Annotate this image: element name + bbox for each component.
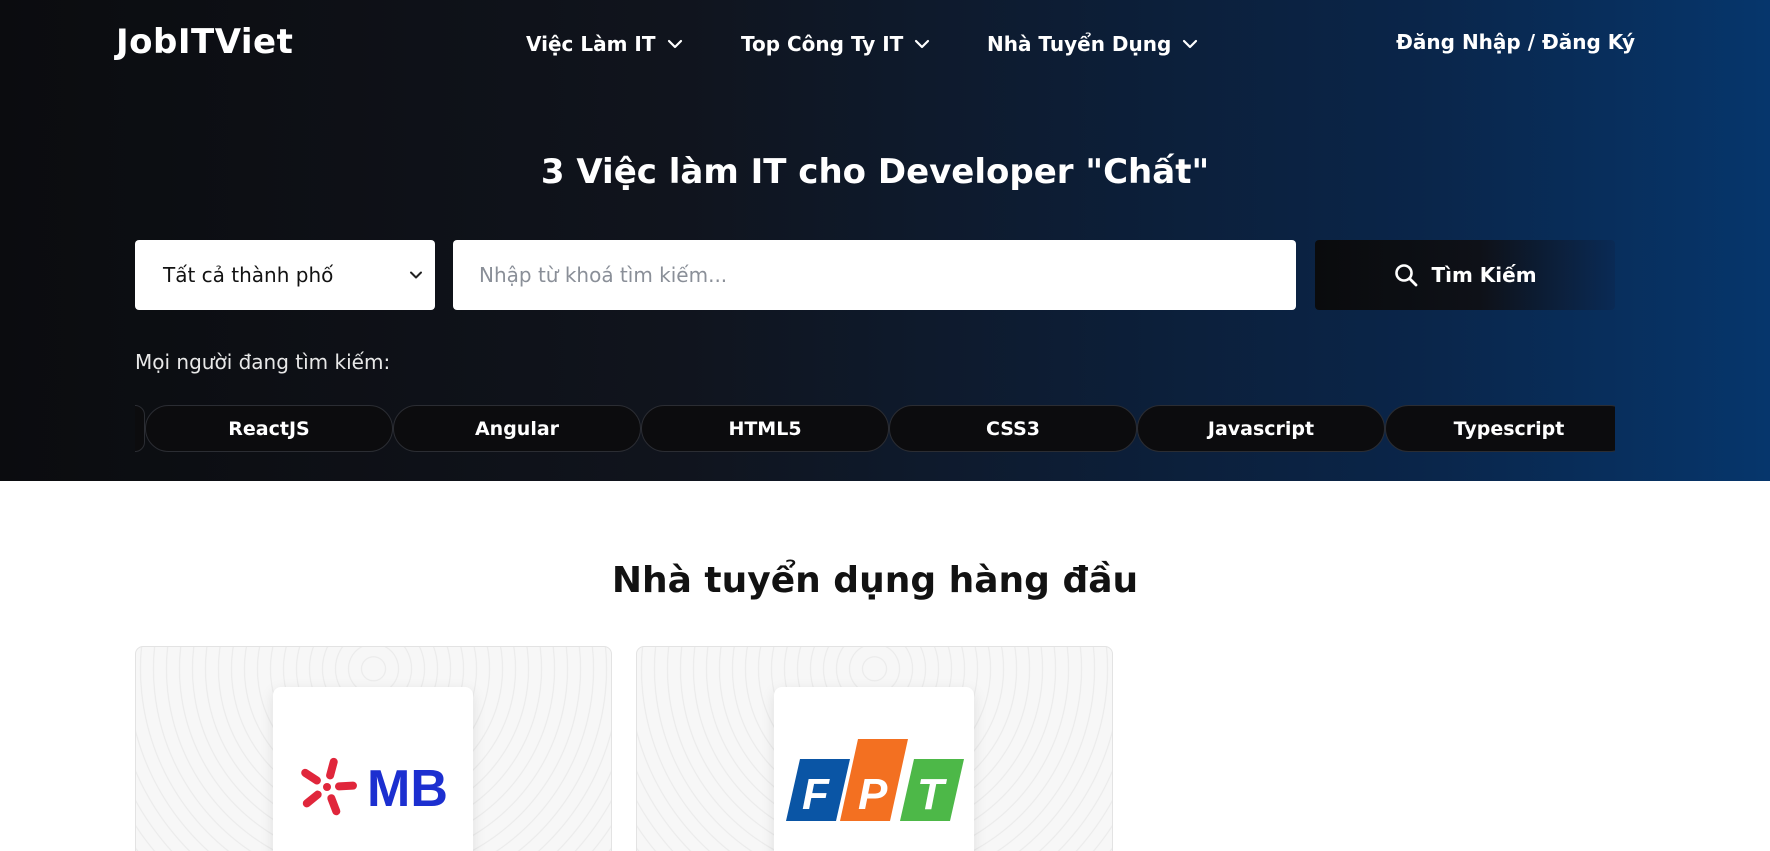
- nav-jobs-it[interactable]: Việc Làm IT: [526, 30, 684, 58]
- fpt-logo: F P T: [786, 739, 964, 821]
- chevron-down-icon: [1183, 39, 1198, 49]
- search-placeholder: Nhập từ khoá tìm kiếm...: [479, 263, 728, 287]
- tag-item[interactable]: Javascript: [1137, 405, 1385, 452]
- nav-top-companies-label: Top Công Ty IT: [741, 32, 904, 56]
- city-select[interactable]: Tất cả thành phố: [135, 240, 435, 310]
- hero-section: JobITViet Việc Làm IT Top Công Ty IT Nhà…: [0, 0, 1770, 481]
- nav-jobs-it-label: Việc Làm IT: [526, 32, 656, 56]
- search-button[interactable]: Tìm Kiếm: [1315, 240, 1615, 310]
- employer-logo-box: MB: [273, 687, 473, 851]
- login-register-link[interactable]: Đăng Nhập / Đăng Ký: [1396, 30, 1635, 54]
- employer-card-fpt[interactable]: F P T: [636, 646, 1113, 851]
- popular-tags-track: ReactJS Angular HTML5 CSS3 Javascript Ty…: [135, 405, 1615, 452]
- tag-item[interactable]: Angular: [393, 405, 641, 452]
- top-header: JobITViet Việc Làm IT Top Công Ty IT Nhà…: [0, 0, 1770, 86]
- city-select-value: Tất cả thành phố: [163, 263, 334, 287]
- hero-title: 3 Việc làm IT cho Developer "Chất": [540, 152, 1210, 192]
- fpt-letter-t: T: [917, 770, 947, 819]
- top-employers-title: Nhà tuyển dụng hàng đầu: [611, 560, 1139, 601]
- tag-item[interactable]: ReactJS: [145, 405, 393, 452]
- popular-tags-carousel[interactable]: ReactJS Angular HTML5 CSS3 Javascript Ty…: [135, 405, 1615, 452]
- nav-employers-label: Nhà Tuyển Dụng: [987, 32, 1172, 56]
- chevron-down-icon: [667, 39, 682, 49]
- mb-bank-logo: MB: [301, 757, 448, 818]
- search-input[interactable]: Nhập từ khoá tìm kiếm...: [453, 240, 1296, 310]
- tag-item[interactable]: CSS3: [889, 405, 1137, 452]
- chevron-down-icon: [410, 271, 422, 279]
- site-logo[interactable]: JobITViet: [116, 22, 293, 62]
- search-icon: [1395, 264, 1418, 287]
- mb-wordmark: MB: [367, 760, 448, 818]
- employer-card-mb[interactable]: MB: [135, 646, 612, 851]
- tag-item[interactable]: Typescript: [1385, 405, 1615, 452]
- fpt-letter-p: P: [858, 770, 888, 819]
- chevron-down-icon: [915, 39, 930, 49]
- tag-partial[interactable]: [135, 405, 145, 452]
- tag-item[interactable]: HTML5: [641, 405, 889, 452]
- mb-star-mark: [301, 757, 357, 816]
- search-button-label: Tìm Kiếm: [1431, 263, 1537, 287]
- nav-employers[interactable]: Nhà Tuyển Dụng: [987, 30, 1199, 58]
- popular-searches-label: Mọi người đang tìm kiếm:: [135, 350, 391, 374]
- employer-logo-box: F P T: [774, 687, 974, 851]
- nav-top-companies[interactable]: Top Công Ty IT: [741, 30, 931, 58]
- fpt-letter-f: F: [802, 770, 830, 819]
